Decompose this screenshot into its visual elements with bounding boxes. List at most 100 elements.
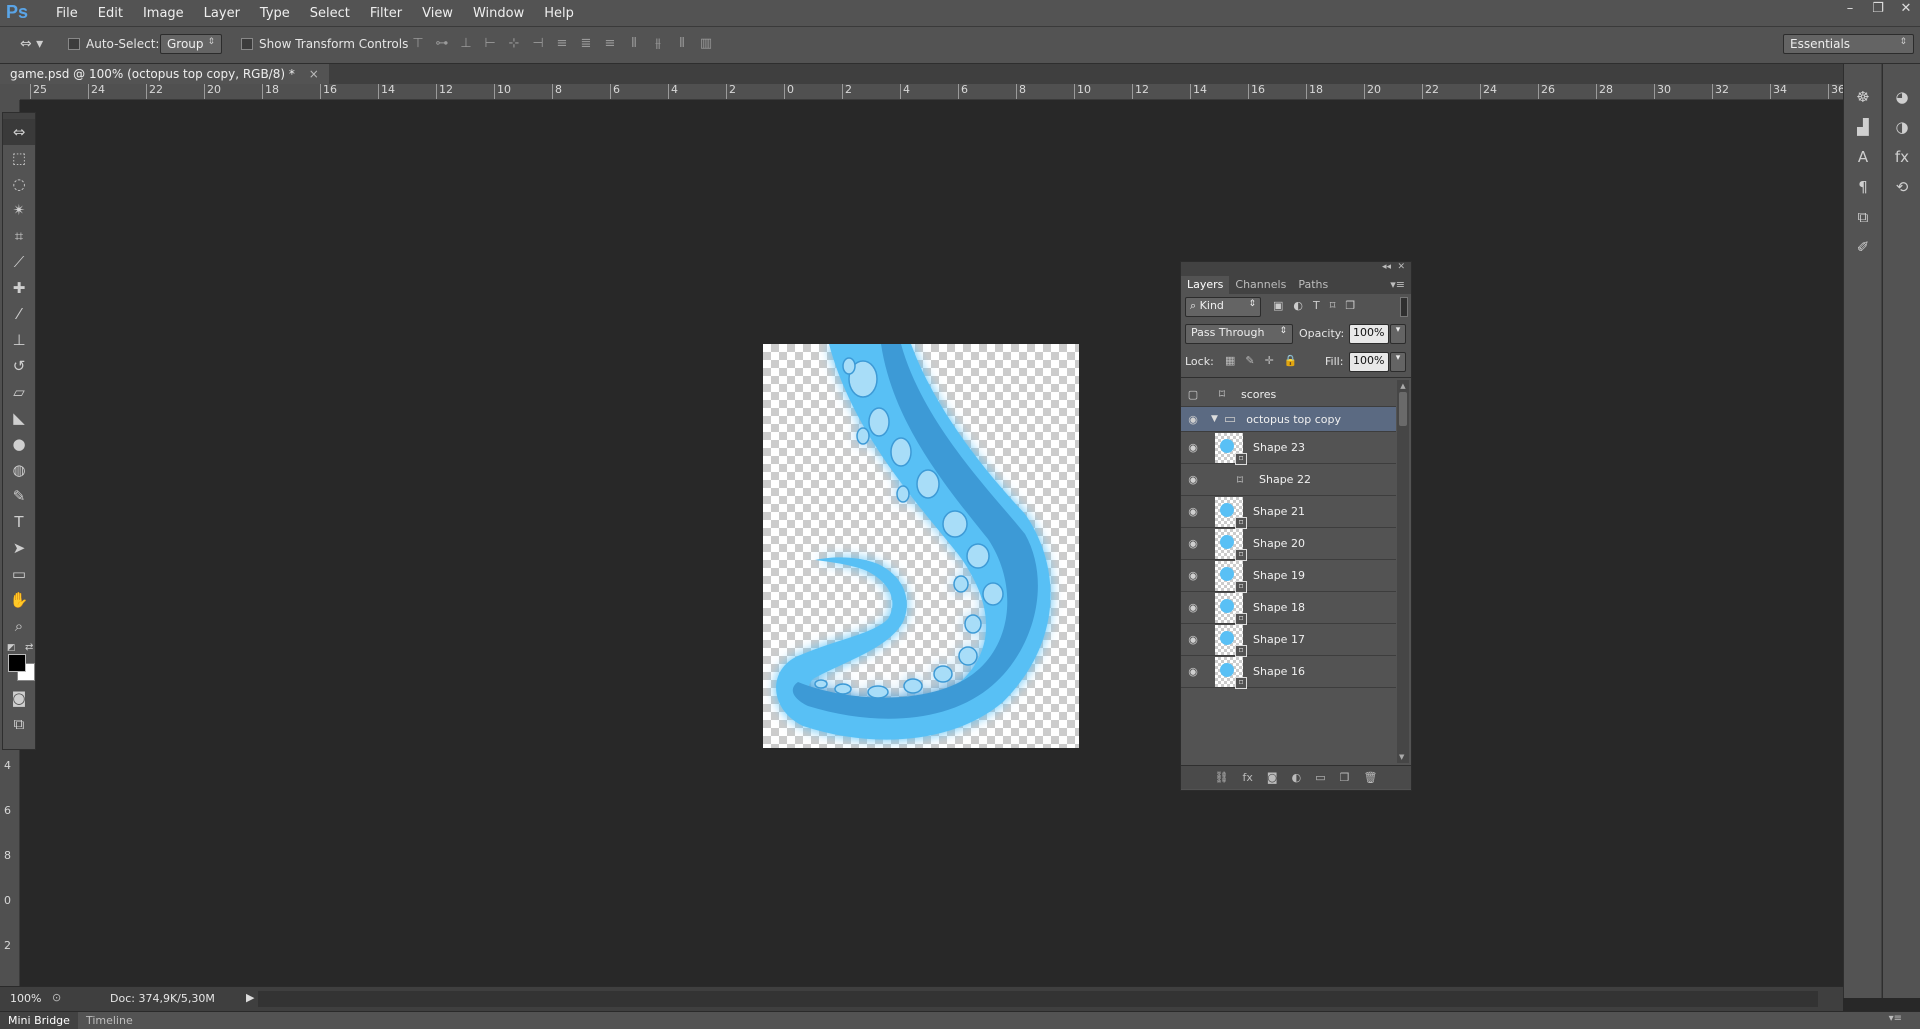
workspace-dropdown[interactable]: Essentials ⇕	[1783, 34, 1914, 54]
fill-slider-button[interactable]: ▾	[1390, 352, 1406, 372]
opacity-input[interactable]: 100%	[1349, 324, 1389, 344]
layer-row[interactable]: ◉ ⌑ Shape 16	[1181, 656, 1396, 689]
foreground-color-swatch[interactable]	[8, 654, 26, 672]
layer-row[interactable]: ◉ ⌑ Shape 22	[1181, 464, 1396, 496]
eraser-tool-icon[interactable]: ▱	[3, 379, 35, 405]
lock-all-icon[interactable]: 🔒	[1284, 354, 1298, 367]
shape-filter-icon[interactable]: ⌑	[1330, 299, 1336, 312]
align-hcenter-icon[interactable]: ⊹	[506, 36, 522, 52]
layer-row[interactable]: ◉ ▼ ▭ octopus top copy	[1181, 407, 1396, 432]
tab-paths[interactable]: Paths	[1292, 276, 1334, 294]
new-group-icon[interactable]: ▭	[1315, 771, 1325, 784]
crop-tool-icon[interactable]: ⌗	[3, 223, 35, 249]
visibility-eye-icon[interactable]: ◉	[1181, 665, 1205, 678]
paint-bucket-tool-icon[interactable]: ◣	[3, 405, 35, 431]
rectangle-tool-icon[interactable]: ▭	[3, 561, 35, 587]
layer-row[interactable]: ◉ ⌑ Shape 21	[1181, 496, 1396, 529]
navigator-icon[interactable]: ☸	[1844, 82, 1882, 112]
document-tab[interactable]: game.psd @ 100% (octopus top copy, RGB/8…	[0, 64, 329, 84]
visibility-off-icon[interactable]: ▢	[1181, 388, 1205, 401]
expand-arrow-icon[interactable]: ▼	[1211, 414, 1218, 424]
document-canvas[interactable]	[763, 344, 1079, 748]
layers-scrollbar[interactable]: ▲ ▼	[1397, 380, 1409, 763]
menu-select[interactable]: Select	[300, 6, 360, 21]
new-layer-icon[interactable]: ❐	[1340, 771, 1350, 784]
distribute-hcenter-icon[interactable]: ⫵	[650, 36, 666, 52]
filter-toggle[interactable]	[1400, 297, 1408, 317]
align-top-icon[interactable]: ⊤	[410, 36, 426, 52]
tool-presets-icon[interactable]: ✐	[1844, 232, 1882, 262]
layer-row[interactable]: ◉ ⌑ Shape 18	[1181, 592, 1396, 625]
add-mask-icon[interactable]: ◙	[1267, 771, 1278, 784]
visibility-eye-icon[interactable]: ◉	[1181, 473, 1205, 486]
adjustments-icon[interactable]: ◑	[1883, 112, 1920, 142]
menu-edit[interactable]: Edit	[88, 6, 133, 21]
swap-colors-icon[interactable]: ⇄	[25, 642, 33, 653]
scroll-up-icon[interactable]: ▲	[1399, 382, 1407, 390]
lock-transparent-icon[interactable]: ▦	[1225, 354, 1235, 367]
panel-menu-icon[interactable]: ▾≡	[1390, 276, 1405, 294]
visibility-eye-icon[interactable]: ◉	[1181, 537, 1205, 550]
delete-layer-icon[interactable]: 🗑	[1363, 771, 1377, 784]
show-transform-checkbox[interactable]	[241, 38, 253, 53]
menu-file[interactable]: File	[46, 6, 88, 21]
align-vcenter-icon[interactable]: ⊶	[434, 36, 450, 52]
menu-view[interactable]: View	[412, 6, 463, 21]
styles-icon[interactable]: fx	[1883, 142, 1920, 172]
menu-type[interactable]: Type	[250, 6, 300, 21]
bottom-panel-menu-icon[interactable]: ▾≡	[1889, 1013, 1902, 1024]
ruler-corner[interactable]	[0, 84, 20, 100]
brush-tool-icon[interactable]: ⁄	[3, 301, 35, 327]
visibility-eye-icon[interactable]: ◉	[1181, 601, 1205, 614]
align-bottom-icon[interactable]: ⊥	[458, 36, 474, 52]
history-brush-tool-icon[interactable]: ↺	[3, 353, 35, 379]
filter-kind-dropdown[interactable]: ⌕ Kind ⇕	[1185, 297, 1261, 317]
clone-source-icon[interactable]: ⧉	[1844, 202, 1882, 232]
lock-image-icon[interactable]: ✎	[1245, 354, 1254, 367]
distribute-top-icon[interactable]: ≡	[554, 36, 570, 52]
tab-channels[interactable]: Channels	[1229, 276, 1292, 294]
layer-row[interactable]: ◉ ⌑ Shape 20	[1181, 528, 1396, 561]
close-window-button[interactable]: ✕	[1892, 0, 1920, 20]
tab-mini-bridge[interactable]: Mini Bridge	[0, 1012, 78, 1029]
visibility-eye-icon[interactable]: ◉	[1181, 633, 1205, 646]
character-icon[interactable]: A	[1844, 142, 1882, 172]
menu-image[interactable]: Image	[133, 6, 194, 21]
status-options-icon[interactable]: ⊙	[52, 991, 61, 1004]
horizontal-ruler[interactable]: 25 24 22 20 18 16 14 12 10 8 6 4 2 0 2 4 6 8 10 12 14 16 18 20 2…	[20, 84, 1843, 100]
layer-row[interactable]: ◉ ⌑ Shape 19	[1181, 560, 1396, 593]
close-panel-icon[interactable]: ✕	[1397, 262, 1405, 272]
visibility-eye-icon[interactable]: ◉	[1181, 441, 1205, 454]
collapse-panel-icon[interactable]: ◂◂	[1382, 262, 1391, 272]
blend-mode-dropdown[interactable]: Pass Through ⇕	[1185, 324, 1293, 344]
menu-filter[interactable]: Filter	[360, 6, 412, 21]
smart-object-filter-icon[interactable]: ❐	[1345, 299, 1355, 312]
visibility-eye-icon[interactable]: ◉	[1181, 413, 1205, 426]
path-selection-tool-icon[interactable]: ➤	[3, 535, 35, 561]
type-filter-icon[interactable]: T	[1313, 299, 1320, 312]
eyedropper-tool-icon[interactable]: ⟋	[3, 249, 35, 275]
lock-position-icon[interactable]: ✛	[1265, 354, 1274, 367]
restore-button[interactable]: ❐	[1864, 0, 1892, 20]
magic-wand-tool-icon[interactable]: ✴	[3, 197, 35, 223]
link-layers-icon[interactable]: ⛓	[1215, 771, 1229, 784]
layer-style-icon[interactable]: fx	[1243, 771, 1253, 784]
align-left-icon[interactable]: ⊢	[482, 36, 498, 52]
pen-tool-icon[interactable]: ✎	[3, 483, 35, 509]
minimize-button[interactable]: –	[1836, 0, 1864, 20]
healing-brush-tool-icon[interactable]: ✚	[3, 275, 35, 301]
marquee-tool-icon[interactable]: ⬚	[3, 145, 35, 171]
tab-timeline[interactable]: Timeline	[78, 1012, 141, 1029]
distribute-right-icon[interactable]: ⫴	[674, 36, 690, 52]
adjustment-filter-icon[interactable]: ◐	[1293, 299, 1303, 312]
blur-tool-icon[interactable]: ●	[3, 431, 35, 457]
move-tool-preset-icon[interactable]: ⇔ ▾	[20, 36, 43, 52]
clone-stamp-tool-icon[interactable]: ⊥	[3, 327, 35, 353]
distribute-left-icon[interactable]: ⫴	[626, 36, 642, 52]
status-menu-arrow-icon[interactable]: ▶	[246, 991, 254, 1004]
adjustment-layer-icon[interactable]: ◐	[1292, 771, 1302, 784]
dodge-tool-icon[interactable]: ◍	[3, 457, 35, 483]
color-panel-icon[interactable]: ◕	[1883, 82, 1920, 112]
scroll-down-icon[interactable]: ▼	[1399, 753, 1404, 761]
distribute-vcenter-icon[interactable]: ≣	[578, 36, 594, 52]
